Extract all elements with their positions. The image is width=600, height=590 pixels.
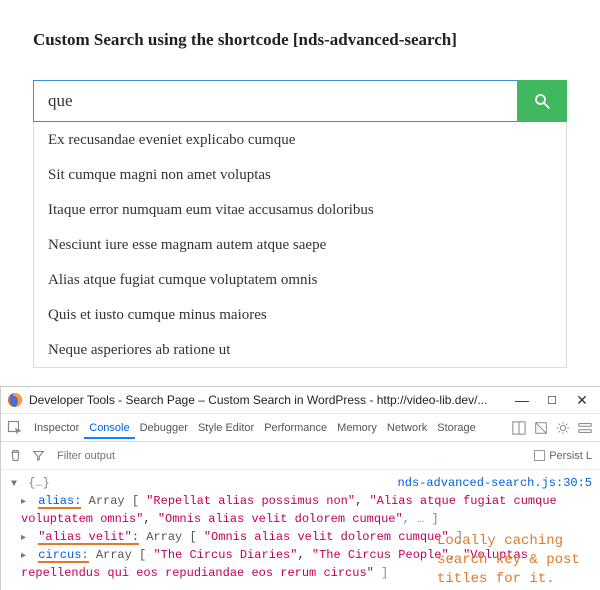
checkbox-icon [534, 450, 545, 461]
search-result-item[interactable]: Nesciunt iure esse magnam autem atque sa… [34, 227, 566, 262]
tab-network[interactable]: Network [382, 416, 432, 439]
disclosure-triangle-icon[interactable]: ▸ [21, 531, 31, 546]
search-result-item[interactable]: Quis et iusto cumque minus maiores [34, 297, 566, 332]
annotation-text: Locally caching search key & post titles… [437, 532, 592, 589]
minimize-button[interactable]: — [516, 394, 528, 406]
search-results-dropdown: Ex recusandae eveniet explicabo cumque S… [33, 122, 567, 368]
persist-label: Persist L [549, 450, 592, 462]
maximize-button[interactable]: ☐ [546, 394, 558, 406]
disclosure-triangle-icon[interactable]: ▸ [21, 495, 31, 510]
search-row [33, 80, 567, 122]
console-object-entry[interactable]: ▸ alias: Array [ "Repellat alias possimu… [9, 492, 592, 528]
settings-icon[interactable] [556, 421, 570, 435]
tab-inspector[interactable]: Inspector [29, 416, 84, 439]
element-picker-icon[interactable] [7, 420, 23, 436]
devtools-tabs: Inspector Console Debugger Style Editor … [1, 414, 600, 442]
search-result-item[interactable]: Itaque error numquam eum vitae accusamus… [34, 192, 566, 227]
search-result-item[interactable]: Alias atque fugiat cumque voluptatem omn… [34, 262, 566, 297]
devtools-window: Developer Tools - Search Page – Custom S… [0, 386, 600, 590]
tab-debugger[interactable]: Debugger [135, 416, 193, 439]
tab-style-editor[interactable]: Style Editor [193, 416, 259, 439]
search-result-item[interactable]: Sit cumque magni non amet voluptas [34, 157, 566, 192]
console-source-link[interactable]: nds-advanced-search.js:30:5 [398, 474, 592, 492]
filter-output-input[interactable] [55, 449, 524, 463]
disclosure-triangle-icon[interactable]: ▸ [21, 549, 31, 564]
devtools-titlebar: Developer Tools - Search Page – Custom S… [1, 387, 600, 414]
devtools-window-title: Developer Tools - Search Page – Custom S… [29, 393, 516, 407]
console-output: nds-advanced-search.js:30:5 ▼ {…} ▸ alia… [1, 470, 600, 590]
filter-icon[interactable] [32, 449, 45, 462]
toolbox-options-icon[interactable] [578, 421, 592, 435]
search-button[interactable] [517, 80, 567, 122]
search-input[interactable] [33, 80, 517, 122]
clear-console-icon[interactable] [9, 449, 22, 462]
tab-memory[interactable]: Memory [332, 416, 382, 439]
persist-logs-checkbox[interactable]: Persist L [534, 450, 592, 462]
tab-performance[interactable]: Performance [259, 416, 332, 439]
search-result-item[interactable]: Neque asperiores ab ratione ut [34, 332, 566, 367]
page-title: Custom Search using the shortcode [nds-a… [33, 30, 567, 50]
search-icon [533, 92, 551, 110]
panel-layout-icon[interactable] [512, 421, 526, 435]
close-button[interactable]: ✕ [576, 394, 588, 406]
disclosure-triangle-icon[interactable]: ▼ [11, 477, 21, 492]
search-result-item[interactable]: Ex recusandae eveniet explicabo cumque [34, 122, 566, 157]
tab-console[interactable]: Console [84, 416, 134, 439]
firefox-icon [7, 392, 23, 408]
noframes-icon[interactable] [534, 421, 548, 435]
console-toolbar: Persist L [1, 442, 600, 470]
tab-storage[interactable]: Storage [432, 416, 481, 439]
